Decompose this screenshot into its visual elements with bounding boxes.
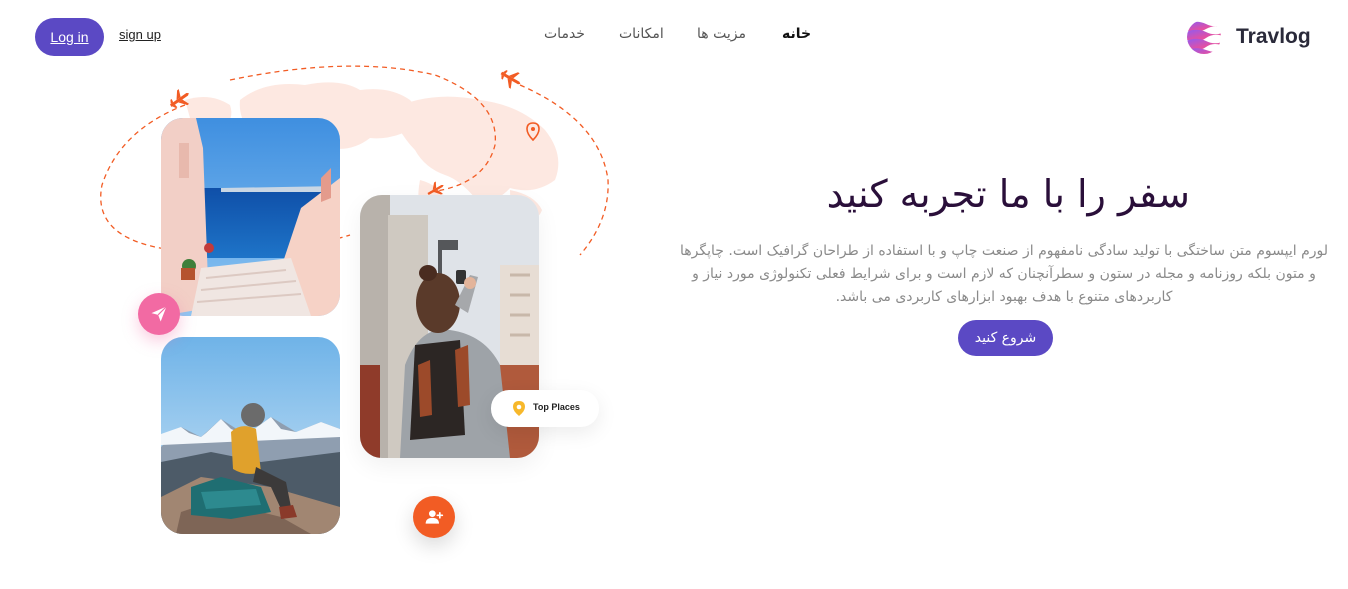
logo[interactable]: Travlog [1186,18,1316,56]
get-started-button[interactable]: شروع کنید [958,320,1053,356]
top-places-badge[interactable]: Top Places [491,390,599,427]
hero-description: لورم ایپسوم متن ساختگی با تولید سادگی نا… [680,243,1328,305]
top-places-label: Top Places [533,402,580,412]
nav-item-advantages[interactable]: مزیت ها [697,26,746,42]
airplane-icon [500,70,521,89]
user-plus-icon [425,510,444,524]
nav-item-features[interactable]: امکانات [619,26,664,42]
nav-item-services[interactable]: خدمات [544,26,585,42]
login-button[interactable]: Log in [35,18,104,56]
send-button[interactable] [138,293,180,335]
logo-text: Travlog [1236,25,1311,48]
location-pin-icon [513,401,525,416]
send-icon [151,306,167,322]
mountain-hiker-photo [161,337,340,534]
signup-link[interactable]: sign up [119,27,161,42]
santorini-photo [161,118,340,316]
nav-item-home[interactable]: خانه [782,26,811,42]
hero-title: سفر را با ما تجربه کنید [826,172,1190,216]
logo-mark-icon [1187,20,1221,54]
main-nav: خدمات امکانات مزیت ها خانه [544,26,814,46]
add-user-button[interactable] [413,496,455,538]
